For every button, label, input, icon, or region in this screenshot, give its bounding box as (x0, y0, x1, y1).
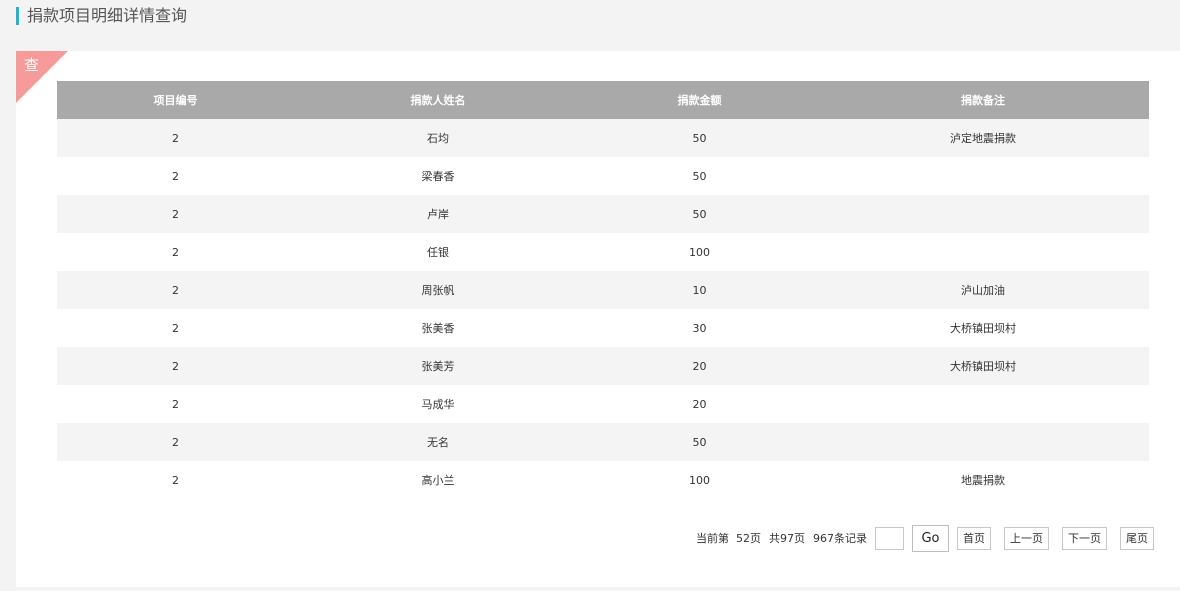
cell-project-id: 2 (57, 195, 294, 233)
table-row: 2 高小兰 100 地震捐款 (57, 461, 1149, 499)
first-page-button[interactable]: 首页 (957, 526, 991, 550)
cell-donor-name: 高小兰 (294, 461, 582, 499)
cell-donor-name: 卢岸 (294, 195, 582, 233)
table-row: 2 周张帆 10 泸山加油 (57, 271, 1149, 309)
cell-amount: 50 (582, 119, 817, 157)
cell-amount: 10 (582, 271, 817, 309)
title-accent-bar (16, 7, 19, 25)
total-pages-text: 共97页 (769, 532, 805, 545)
donation-table: 项目编号 捐款人姓名 捐款金额 捐款备注 2 石均 50 泸定地震捐款 2 梁春… (57, 81, 1149, 499)
page-number-input[interactable] (875, 526, 904, 550)
cell-project-id: 2 (57, 347, 294, 385)
cell-remark: 泸定地震捐款 (817, 119, 1149, 157)
cell-donor-name: 周张帆 (294, 271, 582, 309)
cell-project-id: 2 (57, 423, 294, 461)
column-header-remark: 捐款备注 (817, 81, 1149, 119)
table-row: 2 梁春香 50 (57, 157, 1149, 195)
cell-remark (817, 385, 1149, 423)
table-row: 2 卢岸 50 (57, 195, 1149, 233)
cell-donor-name: 梁春香 (294, 157, 582, 195)
cell-project-id: 2 (57, 385, 294, 423)
cell-amount: 20 (582, 385, 817, 423)
cell-donor-name: 石均 (294, 119, 582, 157)
cell-remark (817, 423, 1149, 461)
cell-remark: 泸山加油 (817, 271, 1149, 309)
table-row: 2 任银 100 (57, 233, 1149, 271)
table-row: 2 张美芳 20 大桥镇田坝村 (57, 347, 1149, 385)
cell-amount: 50 (582, 423, 817, 461)
page-header: 捐款项目明细详情查询 (16, 6, 187, 26)
cell-amount: 20 (582, 347, 817, 385)
corner-ribbon-label: 查 (24, 56, 40, 74)
table-row: 2 马成华 20 (57, 385, 1149, 423)
content-panel: 查 项目编号 捐款人姓名 捐款金额 捐款备注 2 石均 50 泸定地震捐款 2 … (16, 51, 1180, 587)
pagination-bar: 当前第 52页 共97页 967条记录 Go 首页 上一页 下一页 尾页 (696, 524, 1154, 552)
cell-remark: 地震捐款 (817, 461, 1149, 499)
cell-project-id: 2 (57, 309, 294, 347)
last-page-button[interactable]: 尾页 (1120, 526, 1154, 550)
cell-donor-name: 无名 (294, 423, 582, 461)
page-title: 捐款项目明细详情查询 (27, 6, 188, 25)
total-records-text: 967条记录 (813, 532, 867, 545)
cell-remark (817, 157, 1149, 195)
cell-donor-name: 张美香 (294, 309, 582, 347)
cell-donor-name: 任银 (294, 233, 582, 271)
table-row: 2 石均 50 泸定地震捐款 (57, 119, 1149, 157)
table-header-row: 项目编号 捐款人姓名 捐款金额 捐款备注 (57, 81, 1149, 119)
cell-remark (817, 233, 1149, 271)
cell-amount: 100 (582, 461, 817, 499)
cell-amount: 50 (582, 195, 817, 233)
cell-donor-name: 马成华 (294, 385, 582, 423)
column-header-donor-name: 捐款人姓名 (294, 81, 582, 119)
cell-remark (817, 195, 1149, 233)
cell-remark: 大桥镇田坝村 (817, 347, 1149, 385)
go-button[interactable]: Go (912, 524, 949, 552)
cell-donor-name: 张美芳 (294, 347, 582, 385)
cell-amount: 30 (582, 309, 817, 347)
cell-amount: 50 (582, 157, 817, 195)
cell-project-id: 2 (57, 233, 294, 271)
cell-project-id: 2 (57, 461, 294, 499)
next-page-button[interactable]: 下一页 (1062, 526, 1107, 550)
cell-remark: 大桥镇田坝村 (817, 309, 1149, 347)
cell-amount: 100 (582, 233, 817, 271)
cell-project-id: 2 (57, 119, 294, 157)
table-row: 2 张美香 30 大桥镇田坝村 (57, 309, 1149, 347)
cell-project-id: 2 (57, 157, 294, 195)
prev-page-button[interactable]: 上一页 (1004, 526, 1049, 550)
column-header-amount: 捐款金额 (582, 81, 817, 119)
current-page-text: 当前第 52页 (696, 532, 761, 545)
table-row: 2 无名 50 (57, 423, 1149, 461)
column-header-project-id: 项目编号 (57, 81, 294, 119)
cell-project-id: 2 (57, 271, 294, 309)
